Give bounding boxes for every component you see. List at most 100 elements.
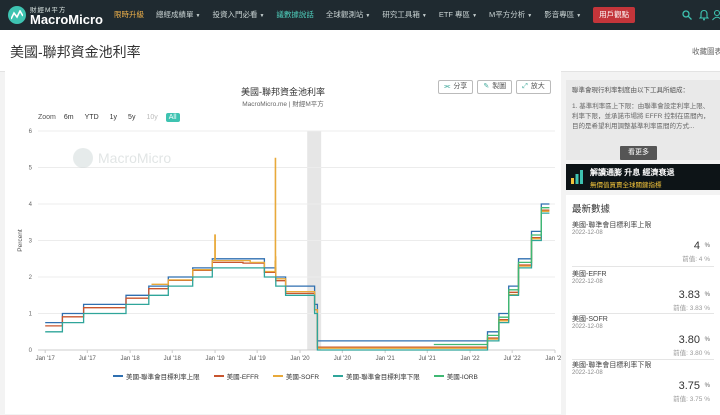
zoom-button[interactable]: 5y [125, 113, 138, 122]
stat-item: 美國-EFFR 2022-12-08 3.83 % 前值: 3.83 % [572, 269, 714, 312]
x-tick-label: Jul '20 [334, 356, 352, 362]
chart-subtitle: MacroMicro.me | 財經M平方 [242, 101, 324, 108]
banner-title: 解讀通膨 升息 經濟衰退 [590, 168, 675, 177]
y-tick-label: 4 [29, 202, 33, 208]
pencil-icon: ✎ [483, 83, 490, 90]
stat-unit: % [704, 292, 710, 298]
x-tick-label: Jan '17 [36, 356, 56, 362]
stat-date: 2022-12-08 [572, 279, 603, 285]
zoom-button[interactable]: YTD [82, 113, 102, 122]
chevron-down-icon: ▼ [527, 13, 533, 19]
series-line [45, 203, 550, 342]
legend-item[interactable]: 美國-聯準會目標利率下限 [333, 371, 420, 381]
nav-item[interactable]: 限時升級 [108, 0, 150, 30]
y-tick-label: 1 [29, 312, 33, 318]
stat-date: 2022-12-08 [572, 324, 603, 330]
zoom-button[interactable]: All [165, 113, 180, 122]
nav-item[interactable]: 總經成績單 ▼ [150, 0, 206, 30]
expand-label: 放大 [530, 83, 545, 90]
nav-item-label: 限時升級 [114, 10, 144, 19]
nav-item-label: 投資入門必看 [212, 10, 258, 19]
stat-value: 3.75 [678, 380, 700, 392]
legend-label: 美國-SOFR [285, 374, 320, 381]
legend-item[interactable]: 美國-聯準會目標利率上限 [113, 371, 200, 381]
chevron-down-icon: ▼ [259, 13, 265, 19]
collect-chart-link[interactable]: 收藏圖表 [692, 46, 720, 57]
chart-actions: ⫘ 分享 ✎ 製圖 ⤢ 放大 [438, 80, 551, 94]
search-icon[interactable] [682, 10, 692, 20]
stat-previous: 前值: 3.80 % [673, 350, 710, 357]
promo-banner[interactable]: 解讀通膨 升息 經濟衰退 無價值買賣全球關鍵指標 [566, 164, 720, 190]
nav-item-label: 全球觀測站 [325, 10, 364, 19]
legend-label: 美國-IORB [446, 374, 478, 381]
nav-item[interactable]: 投資入門必看 ▼ [206, 0, 270, 30]
nav-item[interactable]: ETF 專區 ▼ [433, 0, 483, 30]
zoom-button[interactable]: 6m [61, 113, 77, 122]
description-detail: 1. 基準利率區上下限：由聯準會設定利率上限、利率下限，並承諾市場將 EFFR … [572, 103, 710, 130]
nav-item[interactable]: M平方分析 ▼ [483, 0, 538, 30]
y-axis-label: Percent [17, 229, 24, 252]
stat-date: 2022-12-08 [572, 230, 603, 236]
stat-previous: 前值: 3.75 % [673, 396, 710, 403]
stat-name: 美國-SOFR [572, 316, 608, 323]
bell-icon[interactable] [699, 9, 709, 21]
y-tick-label: 6 [29, 129, 33, 135]
description-text: 聯準會現行利率制度由以下工具所組成： [572, 87, 689, 94]
legend-swatch [213, 375, 224, 377]
nav-item[interactable]: 影音專區 ▼ [538, 0, 587, 30]
page-header: 美國-聯邦資金池利率 收藏圖表 [0, 30, 720, 72]
nav-item-label: ETF 專區 [438, 10, 471, 19]
x-tick-label: Jan '21 [376, 356, 396, 362]
nav-item[interactable]: 議數據說話 [270, 0, 320, 30]
stat-value: 3.83 [678, 289, 700, 301]
chevron-down-icon: ▼ [195, 13, 201, 19]
x-tick-label: Jan '22 [460, 356, 480, 362]
nav-item[interactable]: 全球觀測站 ▼ [320, 0, 376, 30]
legend-item[interactable]: 美國-EFFR [213, 371, 259, 381]
nav-item-label: 總經成績單 [156, 10, 194, 19]
y-tick-label: 5 [29, 166, 33, 172]
stat-date: 2022-12-08 [572, 370, 603, 376]
stat-unit: % [704, 383, 710, 389]
legend-label: 美國-聯準會目標利率下限 [346, 374, 420, 381]
stat-item: 美國-聯準會目標利率下限 2022-12-08 3.75 % 前值: 3.75 … [572, 360, 714, 403]
chart-panel: 0 1 2 3 4 5 6 Jan '17 Jul '17 Jan '18 Jul '18 Jan '… [5, 71, 561, 414]
zoom-selector: Zoom 6m YTD 1y 5y 10y All [38, 113, 180, 122]
chevron-down-icon: ▼ [365, 13, 371, 19]
legend-swatch [272, 375, 283, 377]
legend-swatch [113, 375, 123, 377]
chevron-down-icon: ▼ [472, 13, 478, 19]
logo-icon [8, 6, 26, 24]
stat-previous: 前值: 4 % [682, 256, 710, 263]
latest-data-title: 最新數據 [572, 204, 611, 215]
nav-item-label: 議數據說話 [276, 10, 314, 19]
expand-button[interactable]: ⤢ 放大 [516, 80, 551, 94]
export-button[interactable]: ✎ 製圖 [477, 80, 513, 94]
stat-name: 美國-聯準會目標利率上限 [572, 222, 652, 229]
series-line [151, 157, 550, 349]
nav-item-label: 影音專區 [544, 10, 575, 19]
share-button[interactable]: ⫘ 分享 [438, 80, 474, 94]
legend-label: 美國-聯準會目標利率上限 [126, 374, 200, 381]
chevron-down-icon: ▼ [576, 13, 582, 19]
legend-item[interactable]: 美國-IORB [433, 371, 478, 381]
top-navbar: 財經M平方 MacroMicro 限時升級 總經成績單 ▼ 投資入門必看 ▼ 議數據說話全… [0, 0, 720, 30]
user-icon[interactable] [712, 9, 720, 21]
see-more-button[interactable]: 看更多 [620, 146, 657, 160]
series-line [433, 207, 550, 346]
stat-value: 3.80 [678, 334, 700, 346]
share-label: 分享 [453, 83, 468, 90]
legend-swatch [333, 375, 344, 377]
y-tick-label: 3 [29, 239, 33, 245]
stat-name: 美國-EFFR [572, 271, 607, 278]
user-opinion-button[interactable]: 用戶觀點 [593, 7, 636, 23]
zoom-button[interactable]: 1y [107, 113, 120, 122]
stat-name: 美國-聯準會目標利率下限 [572, 362, 652, 369]
nav-item[interactable]: 研究工具箱 ▼ [376, 0, 432, 30]
legend-item[interactable]: 美國-SOFR [272, 371, 320, 381]
x-tick-label: Jan '23 [545, 356, 561, 362]
x-tick-label: Jul '21 [419, 356, 437, 362]
legend-swatch [433, 375, 444, 377]
x-tick-label: Jan '18 [121, 356, 141, 362]
x-tick-label: Jul '18 [164, 356, 182, 362]
